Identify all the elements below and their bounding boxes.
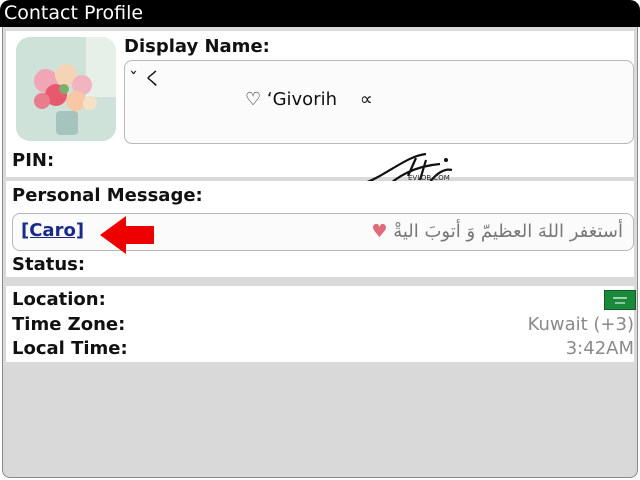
message-text: أستغفر اللهَ العظيمّ وَ أتوبَ اليةْ ♥ [371, 221, 623, 242]
avatar[interactable] [16, 37, 116, 141]
red-arrow-icon [100, 216, 154, 254]
flower-bouquet-icon [16, 37, 116, 141]
personal-message-label: Personal Message: [12, 185, 203, 206]
window-title: Contact Profile [4, 2, 144, 24]
time-zone-value: Kuwait (+3) [527, 314, 634, 335]
display-name-label: Display Name: [124, 36, 270, 57]
local-time-label: Local Time: [12, 338, 128, 359]
display-name-field: ˇ く ♡ ‘Givorih ∝ [124, 60, 634, 144]
message-link[interactable]: [Caro] [21, 220, 84, 241]
title-bar: Contact Profile [0, 0, 640, 27]
pin-label: PIN: [12, 150, 55, 171]
time-zone-label: Time Zone: [12, 314, 126, 335]
saudi-flag-icon [604, 290, 636, 310]
local-time-value: 3:42AM [565, 338, 634, 359]
location-label: Location: [12, 289, 106, 310]
display-name-line2: ♡ ‘Givorih ∝ [245, 89, 373, 110]
status-label: Status: [12, 254, 86, 275]
flag-emblem-icon [613, 297, 627, 304]
display-name-line1: ˇ く [129, 69, 162, 90]
heart-icon: ♥ [371, 221, 388, 242]
message-text-arabic: أستغفر اللهَ العظيمّ وَ أتوبَ اليةْ [393, 221, 623, 242]
